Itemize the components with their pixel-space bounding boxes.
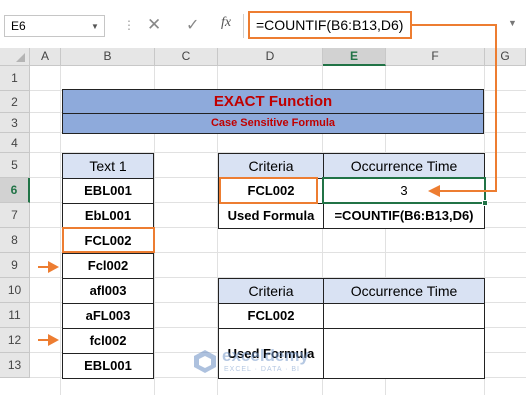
table2-criteria-value[interactable]: FCL002 (218, 303, 324, 329)
formula-bar-divider (243, 14, 244, 38)
row-header-5[interactable]: 5 (0, 153, 30, 178)
name-box-dropdown-icon[interactable]: ▼ (91, 22, 99, 31)
list-item[interactable]: afl003 (62, 278, 154, 304)
list-item[interactable]: EBL001 (62, 178, 154, 204)
name-box[interactable]: E6 (4, 15, 105, 37)
table1-criteria-header[interactable]: Criteria (218, 153, 324, 179)
row-header-3[interactable]: 3 (0, 113, 30, 133)
row-header-13[interactable]: 13 (0, 353, 30, 378)
list-item[interactable]: fcl002 (62, 328, 154, 354)
table1-formula-value[interactable]: =COUNTIF(B6:B13,D6) (323, 203, 485, 229)
row-header-2[interactable]: 2 (0, 91, 30, 113)
connector-line (412, 24, 497, 26)
title-subtitle: Case Sensitive Formula (62, 113, 484, 134)
match-highlight-box (62, 227, 155, 253)
table1-occurrence-header[interactable]: Occurrence Time (323, 153, 485, 179)
text-list-header[interactable]: Text 1 (62, 153, 154, 179)
expand-formula-bar-icon[interactable]: ▼ (508, 18, 517, 28)
row-header-6[interactable]: 6 (0, 178, 30, 203)
column-header-d[interactable]: D (218, 48, 323, 66)
cancel-icon[interactable]: ✕ (147, 15, 161, 35)
watermark-tagline: EXCEL · DATA · BI (224, 366, 300, 373)
table1-formula-label[interactable]: Used Formula (218, 203, 324, 229)
row-header-8[interactable]: 8 (0, 228, 30, 253)
insert-function-icon[interactable]: fx (221, 15, 231, 31)
exceldemy-logo-icon (194, 350, 216, 373)
row-header-1[interactable]: 1 (0, 66, 30, 91)
column-header-b[interactable]: B (61, 48, 155, 66)
arrow-right-icon (48, 261, 59, 273)
arrow-right-icon (48, 334, 59, 346)
list-item[interactable]: aFL003 (62, 303, 154, 329)
column-header-g[interactable]: G (485, 48, 526, 66)
fill-handle[interactable] (482, 200, 488, 206)
list-item[interactable]: EBL001 (62, 353, 154, 379)
column-header-c[interactable]: C (155, 48, 218, 66)
row-header-12[interactable]: 12 (0, 328, 30, 353)
row-header-10[interactable]: 10 (0, 278, 30, 303)
select-all-corner[interactable] (0, 48, 30, 66)
connector-line (440, 190, 497, 192)
table2-result-cell[interactable] (323, 303, 485, 329)
row-header-11[interactable]: 11 (0, 303, 30, 328)
enter-icon[interactable]: ✓ (186, 15, 199, 35)
connector-line (495, 24, 497, 192)
row-header-7[interactable]: 7 (0, 203, 30, 228)
row-header-4[interactable]: 4 (0, 133, 30, 153)
table2-criteria-header[interactable]: Criteria (218, 278, 324, 304)
list-item[interactable]: EbL001 (62, 203, 154, 229)
formula-bar-grip-icon: ⋮ (123, 18, 136, 32)
table2-occurrence-header[interactable]: Occurrence Time (323, 278, 485, 304)
pointer-arrow-icon (428, 185, 440, 197)
title-main: EXACT Function (62, 89, 484, 114)
table2-formula-cell[interactable] (323, 328, 485, 379)
row-header-9[interactable]: 9 (0, 253, 30, 278)
column-header-f[interactable]: F (386, 48, 485, 66)
watermark-name: exceldemy (222, 346, 309, 365)
criteria-highlight-box (219, 177, 318, 204)
list-item[interactable]: Fcl002 (62, 253, 154, 279)
gridline (60, 66, 61, 395)
formula-input[interactable]: =COUNTIF(B6:B13,D6) (248, 11, 412, 39)
column-header-a[interactable]: A (30, 48, 61, 66)
select-all-icon (16, 53, 25, 62)
watermark-logo: exceldemy EXCEL · DATA · BI (192, 346, 322, 376)
column-header-e[interactable]: E (323, 48, 386, 66)
